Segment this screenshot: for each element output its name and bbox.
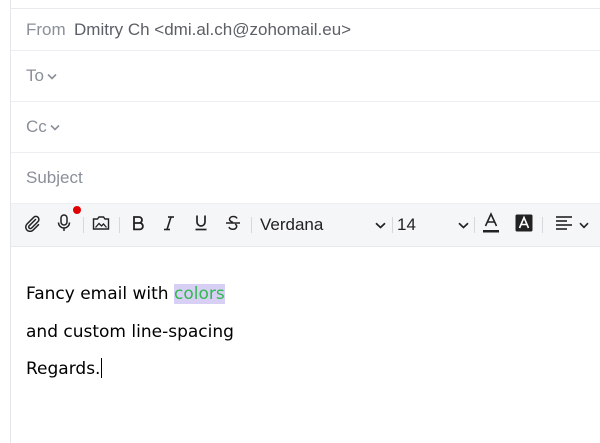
paperclip-icon (23, 214, 41, 237)
from-label: From (26, 20, 66, 39)
text-cursor (101, 358, 103, 378)
chevron-down-icon (375, 216, 386, 234)
body-line-1-text: Fancy email with (26, 284, 174, 304)
microphone-icon (56, 213, 72, 237)
chevron-down-icon (47, 65, 57, 85)
subject-input[interactable]: Subject (26, 168, 83, 188)
body-line-2: and custom line-spacing (26, 321, 234, 342)
toolbar-divider (392, 217, 393, 233)
toolbar-divider (119, 217, 120, 233)
body-line-3: Regards. (26, 357, 600, 395)
to-dropdown[interactable]: To (26, 66, 57, 87)
font-color-button[interactable] (478, 204, 504, 246)
align-button[interactable] (549, 204, 595, 246)
subject-row[interactable]: Subject (11, 153, 600, 204)
from-row: From Dmitry Ch <dmi.al.ch@zohomail.eu> (11, 9, 600, 51)
body-line-1: Fancy email with colors (26, 282, 600, 320)
from-value[interactable]: Dmitry Ch <dmi.al.ch@zohomail.eu> (74, 20, 351, 40)
italic-icon (162, 215, 176, 236)
font-color-icon (482, 211, 500, 239)
bold-icon (131, 215, 145, 236)
font-family-value: Verdana (260, 215, 324, 234)
chevron-down-icon (458, 216, 469, 234)
background-color-icon (515, 214, 533, 237)
insert-image-button[interactable] (88, 204, 114, 246)
chevron-down-icon (579, 216, 589, 234)
insert-image-icon (92, 215, 110, 236)
cc-row[interactable]: Cc (11, 102, 600, 153)
message-body-editor[interactable]: Fancy email with colors and custom line-… (26, 282, 600, 395)
strikethrough-button[interactable] (220, 204, 246, 246)
bold-button[interactable] (125, 204, 151, 246)
background-color-button[interactable] (511, 204, 537, 246)
italic-button[interactable] (156, 204, 182, 246)
highlighted-text: colors (173, 284, 225, 304)
align-icon (555, 215, 573, 236)
toolbar-divider (542, 217, 543, 233)
body-line-3-text: Regards. (26, 359, 101, 379)
attach-button[interactable] (19, 204, 45, 246)
to-row[interactable]: To (11, 51, 600, 102)
font-family-select[interactable]: Verdana (260, 204, 390, 246)
cc-dropdown[interactable]: Cc (26, 117, 60, 138)
recording-indicator (73, 206, 81, 214)
strikethrough-icon (225, 215, 241, 236)
cc-label: Cc (26, 117, 47, 136)
underline-button[interactable] (188, 204, 214, 246)
formatting-toolbar: Verdana 14 (11, 204, 600, 247)
chevron-down-icon (50, 116, 60, 136)
toolbar-divider (251, 217, 252, 233)
email-compose-window: From Dmitry Ch <dmi.al.ch@zohomail.eu> T… (0, 0, 600, 443)
toolbar-divider (83, 217, 84, 233)
toolbar-divider (474, 217, 475, 233)
font-size-select[interactable]: 14 (397, 204, 477, 246)
to-label: To (26, 66, 44, 85)
font-size-value: 14 (397, 215, 416, 234)
underline-icon (194, 214, 208, 236)
